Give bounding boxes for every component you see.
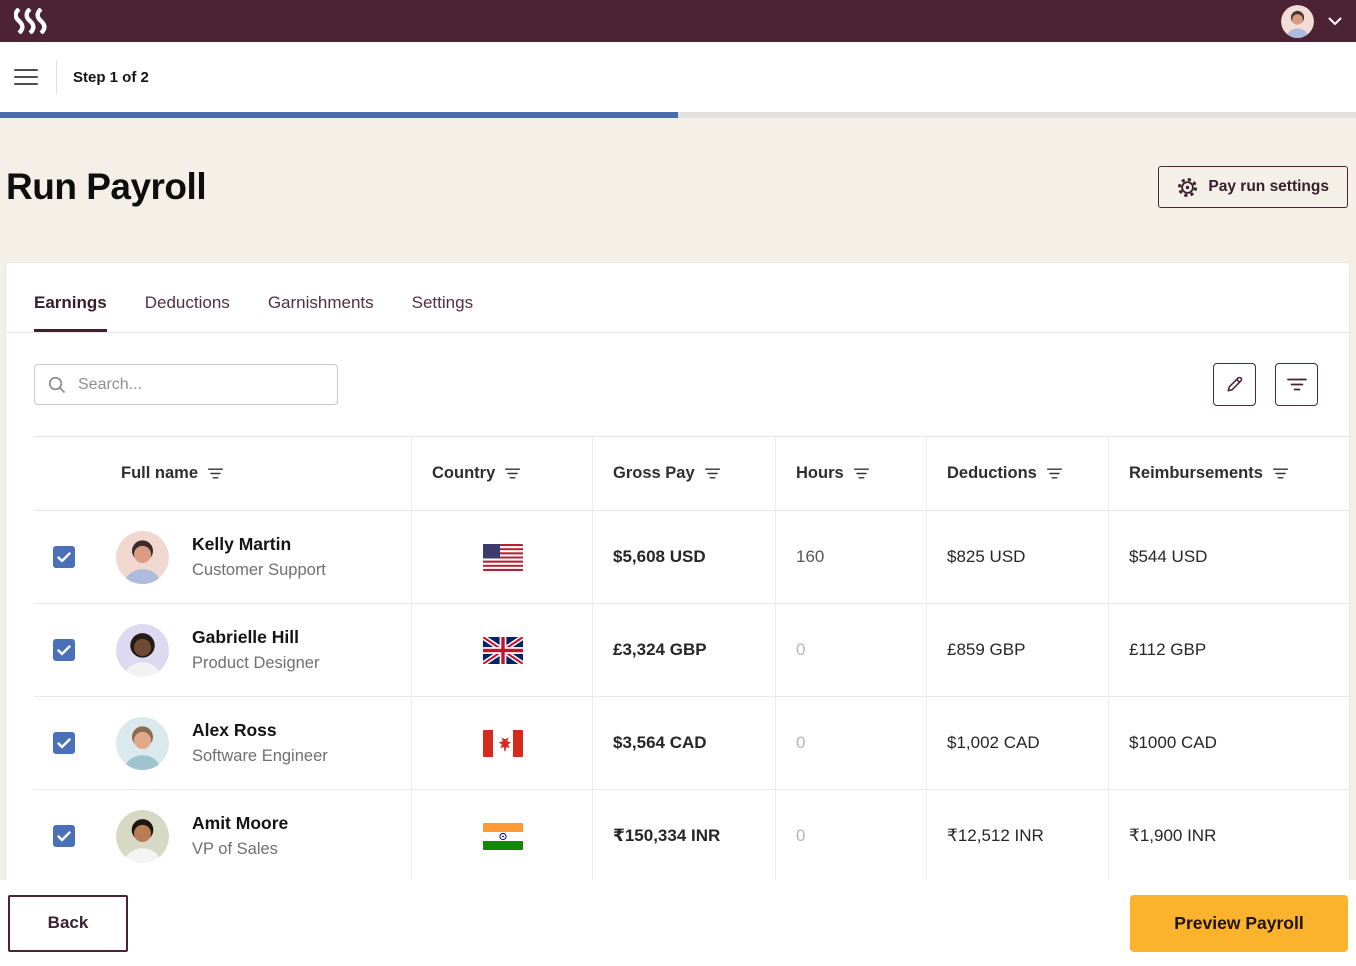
column-filter-icon[interactable] xyxy=(505,468,520,479)
payroll-card: Earnings Deductions Garnishments Setting… xyxy=(5,262,1350,963)
hours-value: 0 xyxy=(775,697,926,789)
table-header-row: Full name Country Gross Pay Hours Deduct… xyxy=(34,436,1349,511)
employee-name: Kelly Martin xyxy=(192,534,326,555)
reimbursements-value: ₹1,900 INR xyxy=(1108,790,1349,882)
table-row: Kelly Martin Customer Support xyxy=(34,511,1349,604)
row-checkbox[interactable] xyxy=(53,732,75,754)
page-title: Run Payroll xyxy=(6,166,206,208)
flag-in-icon xyxy=(483,823,523,850)
column-filter-icon[interactable] xyxy=(1273,468,1288,479)
step-bar: Step 1 of 2 xyxy=(0,42,1356,112)
pencil-icon xyxy=(1225,375,1244,394)
gross-pay-value: £3,324 GBP xyxy=(592,604,775,696)
rippling-logo-icon[interactable] xyxy=(14,8,50,34)
employee-title: Software Engineer xyxy=(192,747,328,766)
employee-title: VP of Sales xyxy=(192,840,288,859)
deductions-value: ₹12,512 INR xyxy=(926,790,1108,882)
gross-pay-value: $5,608 USD xyxy=(592,511,775,603)
hours-value: 0 xyxy=(775,790,926,882)
tab-deductions[interactable]: Deductions xyxy=(145,293,230,332)
back-button[interactable]: Back xyxy=(8,895,128,952)
edit-button[interactable] xyxy=(1213,363,1256,406)
row-checkbox[interactable] xyxy=(53,825,75,847)
table-row: Alex Ross Software Engineer $3,564 CAD 0… xyxy=(34,697,1349,790)
search-input[interactable] xyxy=(78,376,324,394)
gross-pay-value: ₹150,334 INR xyxy=(592,790,775,882)
tab-bar: Earnings Deductions Garnishments Setting… xyxy=(6,263,1349,333)
chevron-down-icon[interactable] xyxy=(1328,17,1342,26)
table-row: Gabrielle Hill Product Designer xyxy=(34,604,1349,697)
employee-title: Customer Support xyxy=(192,561,326,580)
user-avatar[interactable] xyxy=(1281,5,1314,38)
deductions-value: $1,002 CAD xyxy=(926,697,1108,789)
menu-icon[interactable] xyxy=(14,69,38,85)
avatar xyxy=(116,810,169,863)
table-toolbar xyxy=(6,333,1349,406)
column-header-gross-pay[interactable]: Gross Pay xyxy=(592,437,775,510)
tab-settings[interactable]: Settings xyxy=(412,293,473,332)
column-label: Full name xyxy=(121,464,198,483)
filter-icon xyxy=(1287,378,1307,391)
column-filter-icon[interactable] xyxy=(705,468,720,479)
user-menu[interactable] xyxy=(1281,5,1342,38)
column-header-full-name[interactable]: Full name xyxy=(34,437,411,510)
flag-ca-icon xyxy=(483,730,523,757)
column-header-reimbursements[interactable]: Reimbursements xyxy=(1108,437,1349,510)
employee-name: Gabrielle Hill xyxy=(192,627,319,648)
row-checkbox[interactable] xyxy=(53,639,75,661)
reimbursements-value: $544 USD xyxy=(1108,511,1349,603)
hours-value: 0 xyxy=(775,604,926,696)
pay-run-settings-button[interactable]: Pay run settings xyxy=(1158,166,1348,208)
column-label: Reimbursements xyxy=(1129,464,1263,483)
preview-payroll-button[interactable]: Preview Payroll xyxy=(1130,895,1348,952)
flag-us-icon xyxy=(483,544,523,571)
flag-gb-icon xyxy=(483,637,523,664)
deductions-value: £859 GBP xyxy=(926,604,1108,696)
column-label: Country xyxy=(432,464,495,483)
gross-pay-value: $3,564 CAD xyxy=(592,697,775,789)
search-box[interactable] xyxy=(34,364,338,405)
avatar xyxy=(116,717,169,770)
top-bar xyxy=(0,0,1356,42)
payroll-table: Full name Country Gross Pay Hours Deduct… xyxy=(34,436,1349,883)
column-label: Gross Pay xyxy=(613,464,695,483)
column-label: Hours xyxy=(796,464,844,483)
column-header-hours[interactable]: Hours xyxy=(775,437,926,510)
row-checkbox[interactable] xyxy=(53,546,75,568)
column-label: Deductions xyxy=(947,464,1037,483)
pay-run-settings-label: Pay run settings xyxy=(1208,178,1329,196)
main-content: Run Payroll Pay run settings Earnings De… xyxy=(0,118,1356,963)
hours-value: 160 xyxy=(775,511,926,603)
column-filter-icon[interactable] xyxy=(1047,468,1062,479)
tab-earnings[interactable]: Earnings xyxy=(34,293,107,332)
avatar xyxy=(116,531,169,584)
filter-button[interactable] xyxy=(1275,363,1318,406)
employee-name: Alex Ross xyxy=(192,720,328,741)
tab-garnishments[interactable]: Garnishments xyxy=(268,293,374,332)
employee-name: Amit Moore xyxy=(192,813,288,834)
employee-title: Product Designer xyxy=(192,654,319,673)
column-filter-icon[interactable] xyxy=(854,468,869,479)
deductions-value: $825 USD xyxy=(926,511,1108,603)
divider xyxy=(56,60,57,94)
column-header-deductions[interactable]: Deductions xyxy=(926,437,1108,510)
reimbursements-value: $1000 CAD xyxy=(1108,697,1349,789)
footer-action-bar: Back Preview Payroll xyxy=(0,880,1356,966)
column-filter-icon[interactable] xyxy=(208,468,223,479)
column-header-country[interactable]: Country xyxy=(411,437,592,510)
gear-icon xyxy=(1177,177,1198,198)
avatar xyxy=(116,624,169,677)
table-row: Amit Moore VP of Sales ₹150,334 INR 0 ₹ xyxy=(34,790,1349,883)
step-label: Step 1 of 2 xyxy=(73,69,149,86)
search-icon xyxy=(48,376,66,394)
reimbursements-value: £112 GBP xyxy=(1108,604,1349,696)
